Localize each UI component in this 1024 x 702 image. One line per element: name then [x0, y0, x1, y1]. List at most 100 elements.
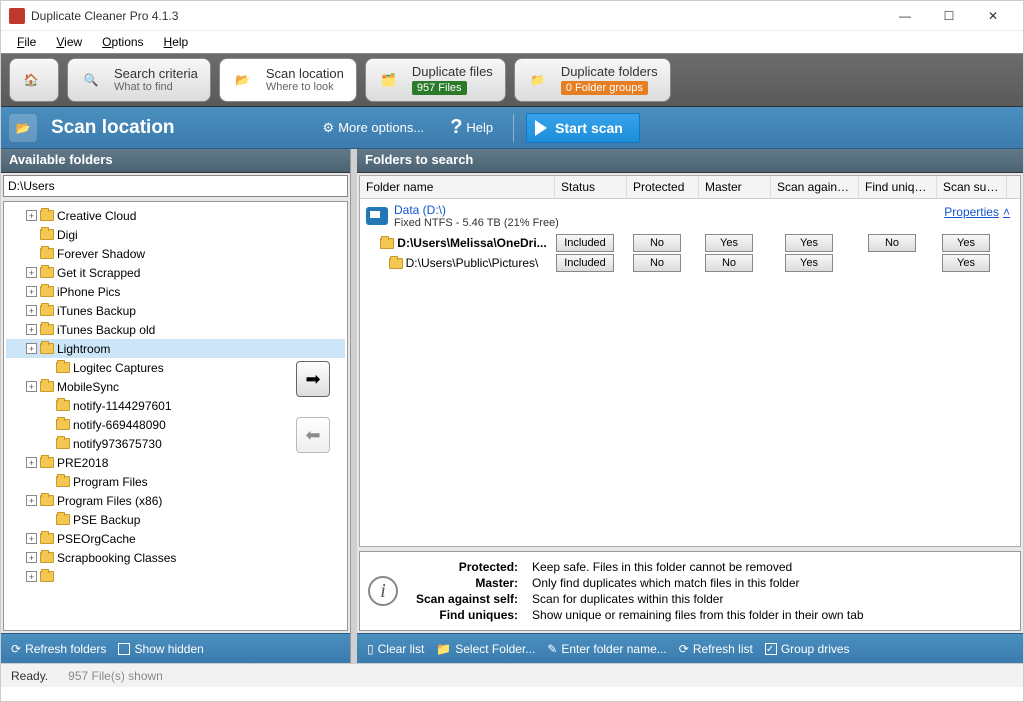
properties-link[interactable]: Properties ˄	[944, 205, 1010, 219]
available-folders-header: Available folders	[1, 149, 350, 173]
tree-item[interactable]: +MobileSync	[6, 377, 345, 396]
expand-icon[interactable]: +	[26, 286, 37, 297]
tree-item[interactable]: +iTunes Backup old	[6, 320, 345, 339]
tree-item[interactable]: +Creative Cloud	[6, 206, 345, 225]
cell-sub-button[interactable]: Yes	[942, 254, 990, 272]
menu-options[interactable]: Options	[94, 33, 151, 51]
tree-item[interactable]: +PRE2018	[6, 453, 345, 472]
menu-view[interactable]: View	[48, 33, 90, 51]
help-button[interactable]: ? Help	[442, 112, 501, 143]
tree-item[interactable]: +	[6, 567, 345, 586]
col-status[interactable]: Status	[555, 176, 627, 198]
tree-item[interactable]: notify-669448090	[6, 415, 345, 434]
scan-location-icon: 📂	[9, 114, 37, 142]
tree-item[interactable]: notify-1144297601	[6, 396, 345, 415]
expand-icon[interactable]: +	[26, 343, 37, 354]
expand-icon[interactable]: +	[26, 457, 37, 468]
table-row[interactable]: D:\Users\Melissa\OneDri...IncludedNoYesY…	[360, 233, 1020, 253]
start-scan-button[interactable]: Start scan	[526, 113, 640, 143]
window-title: Duplicate Cleaner Pro 4.1.3	[31, 9, 178, 23]
expand-icon[interactable]: +	[26, 533, 37, 544]
tree-item[interactable]: +Program Files (x86)	[6, 491, 345, 510]
tree-item[interactable]: PSE Backup	[6, 510, 345, 529]
refresh-folders-button[interactable]: ⟳ Refresh folders	[11, 642, 106, 656]
gear-icon: ⚙	[323, 120, 335, 136]
expand-icon[interactable]: +	[26, 552, 37, 563]
menu-file[interactable]: File	[9, 33, 44, 51]
expand-icon[interactable]: +	[26, 495, 37, 506]
folder-icon	[40, 267, 54, 278]
cell-prot-button[interactable]: No	[633, 254, 681, 272]
folder-icon	[40, 533, 54, 544]
drive-group-row[interactable]: Data (D:\) Fixed NTFS - 5.46 TB (21% Fre…	[360, 199, 1020, 233]
col-folder-name[interactable]: Folder name	[360, 176, 555, 198]
col-scan-subfolders[interactable]: Scan subfo...	[937, 176, 1007, 198]
tab-duplicate-files[interactable]: 🗂️ Duplicate files 957 Files	[365, 58, 506, 102]
table-row[interactable]: D:\Users\Public\Pictures\IncludedNoNoYes…	[360, 253, 1020, 273]
tree-item[interactable]: +iPhone Pics	[6, 282, 345, 301]
tab-search-criteria[interactable]: 🔍 Search criteria What to find	[67, 58, 211, 102]
clear-list-button[interactable]: ▯Clear list	[367, 642, 424, 656]
expand-icon[interactable]: +	[26, 305, 37, 316]
chevron-up-icon: ˄	[1003, 205, 1010, 219]
cell-status-button[interactable]: Included	[556, 254, 614, 272]
tree-item[interactable]: +PSEOrgCache	[6, 529, 345, 548]
tree-item[interactable]: + Lightroom	[6, 339, 345, 358]
group-drives-checkbox[interactable]: Group drives	[765, 642, 850, 656]
tree-item-label: notify-1144297601	[73, 399, 172, 413]
tree-item[interactable]: notify973675730	[6, 434, 345, 453]
close-button[interactable]: ✕	[971, 2, 1015, 30]
cell-master-button[interactable]: Yes	[705, 234, 753, 252]
cell-master-button[interactable]: No	[705, 254, 753, 272]
tree-item[interactable]: Forever Shadow	[6, 244, 345, 263]
legend-key: Find uniques:	[410, 608, 524, 622]
grid-body[interactable]: Properties ˄ Data (D:\) Fixed NTFS - 5.4…	[359, 199, 1021, 547]
show-hidden-checkbox[interactable]: Show hidden	[118, 642, 203, 656]
more-options-button[interactable]: ⚙ More options...	[315, 116, 433, 140]
tree-item[interactable]: +Scrapbooking Classes	[6, 548, 345, 567]
col-find-uniques[interactable]: Find uniques	[859, 176, 937, 198]
app-icon	[9, 8, 25, 24]
tree-item-label: notify-669448090	[73, 418, 166, 432]
main-toolbar: 🏠 🔍 Search criteria What to find 📂 Scan …	[1, 53, 1023, 107]
page-icon: ▯	[367, 642, 374, 656]
tree-item[interactable]: +Get it Scrapped	[6, 263, 345, 282]
cell-sas-button[interactable]: Yes	[785, 234, 833, 252]
section-title: Scan location	[51, 117, 175, 139]
tree-item[interactable]: Digi	[6, 225, 345, 244]
select-folder-button[interactable]: 📁Select Folder...	[436, 642, 535, 656]
cell-sub-button[interactable]: Yes	[942, 234, 990, 252]
cell-uniq-button[interactable]: No	[868, 234, 916, 252]
tree-item[interactable]: Logitec Captures	[6, 358, 345, 377]
cell-sas-button[interactable]: Yes	[785, 254, 833, 272]
enter-folder-name-button[interactable]: ✎Enter folder name...	[547, 642, 666, 656]
minimize-button[interactable]: —	[883, 2, 927, 30]
menu-help[interactable]: Help	[156, 33, 197, 51]
folder-icon	[40, 286, 54, 297]
col-master[interactable]: Master	[699, 176, 771, 198]
maximize-button[interactable]: ☐	[927, 2, 971, 30]
add-folder-button[interactable]: ➡	[296, 361, 330, 397]
cell-prot-button[interactable]: No	[633, 234, 681, 252]
col-scan-against-self[interactable]: Scan against s...	[771, 176, 859, 198]
folder-icon	[56, 476, 70, 487]
expand-icon[interactable]: +	[26, 324, 37, 335]
tab-scan-location[interactable]: 📂 Scan location Where to look	[219, 58, 357, 102]
tree-item-label: Lightroom	[57, 342, 110, 356]
legend-key: Master:	[410, 576, 524, 590]
expand-icon[interactable]: +	[26, 210, 37, 221]
remove-folder-button[interactable]: ⬅	[296, 417, 330, 453]
expand-icon[interactable]: +	[26, 267, 37, 278]
col-protected[interactable]: Protected	[627, 176, 699, 198]
refresh-list-button[interactable]: ⟳Refresh list	[679, 642, 753, 656]
cell-status-button[interactable]: Included	[556, 234, 614, 252]
tree-item[interactable]: Program Files	[6, 472, 345, 491]
folder-icon	[40, 381, 54, 392]
expand-icon[interactable]: +	[26, 381, 37, 392]
tab-duplicate-folders[interactable]: 📁 Duplicate folders 0 Folder groups	[514, 58, 671, 102]
expand-icon[interactable]: +	[26, 571, 37, 582]
path-input[interactable]	[3, 175, 348, 197]
tree-item-label: Program Files	[73, 475, 148, 489]
tree-item[interactable]: +iTunes Backup	[6, 301, 345, 320]
tab-home[interactable]: 🏠	[9, 58, 59, 102]
